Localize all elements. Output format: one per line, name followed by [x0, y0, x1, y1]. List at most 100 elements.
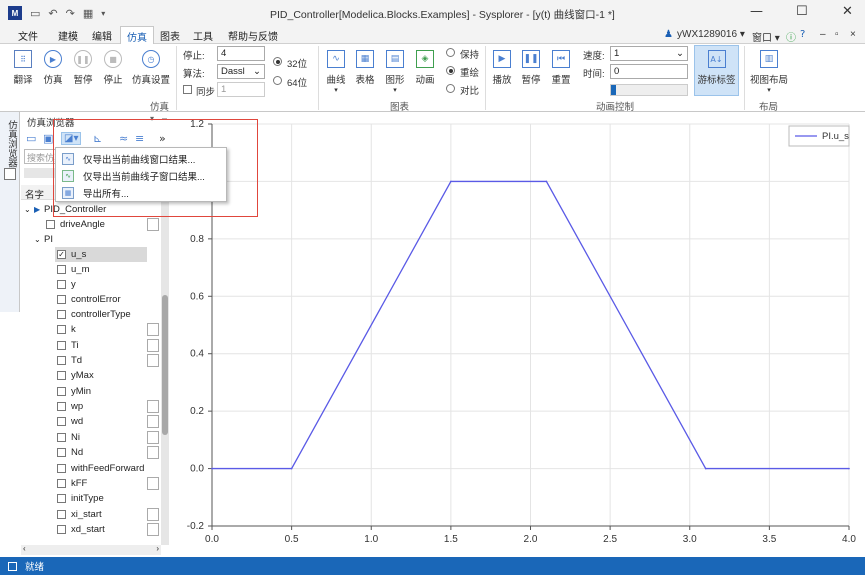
- overlay-radio[interactable]: [446, 66, 455, 75]
- minimize-button[interactable]: —: [750, 4, 763, 19]
- table-button[interactable]: ▦ 表格: [354, 48, 376, 86]
- checkbox[interactable]: [57, 433, 66, 442]
- checkbox[interactable]: [57, 265, 66, 274]
- maximize-button[interactable]: ☐: [796, 4, 808, 19]
- save-icon[interactable]: ▭: [30, 7, 40, 20]
- menu-tools[interactable]: 工具: [193, 28, 213, 43]
- graphic-button[interactable]: ▤ 图形 ▾: [384, 48, 406, 94]
- menu-simulation[interactable]: 仿真: [120, 26, 154, 45]
- checkbox[interactable]: [46, 220, 55, 229]
- menu-modeling[interactable]: 建模: [58, 28, 78, 43]
- mdi-close[interactable]: ×: [850, 29, 856, 40]
- reset-anim-button[interactable]: ⏮ 重置: [550, 48, 572, 86]
- value-box[interactable]: [147, 323, 159, 336]
- slider-handle[interactable]: [611, 85, 616, 95]
- dropdown-icon[interactable]: ▾: [101, 9, 105, 18]
- tree-item[interactable]: yMax: [57, 368, 94, 383]
- tree-vscroll[interactable]: [161, 200, 169, 545]
- folder-icon[interactable]: ▭: [26, 132, 36, 145]
- value-box[interactable]: [147, 218, 159, 231]
- help-icon[interactable]: ?: [800, 29, 805, 40]
- menu-chart[interactable]: 图表: [160, 28, 180, 43]
- menu-file[interactable]: 文件: [18, 28, 38, 43]
- tree-item[interactable]: initType: [57, 491, 104, 506]
- 32bit-radio[interactable]: [273, 57, 282, 66]
- info-icon[interactable]: ⓘ: [786, 29, 796, 44]
- redo-icon[interactable]: ↷: [66, 7, 75, 20]
- tree-item[interactable]: Ti: [57, 338, 79, 353]
- tree-hscroll[interactable]: ‹ ›: [21, 544, 161, 555]
- menu-help[interactable]: 帮助与反馈: [228, 28, 278, 43]
- checkbox[interactable]: [57, 325, 66, 334]
- translate-button[interactable]: ⠿ 翻译: [12, 48, 34, 86]
- chevron-down-icon[interactable]: ⌄: [24, 205, 34, 214]
- value-box[interactable]: [147, 523, 159, 536]
- time-input[interactable]: 0: [610, 64, 688, 79]
- checkbox-checked[interactable]: ✓: [57, 250, 66, 259]
- tree-item[interactable]: xd_start: [57, 522, 105, 537]
- tree-item[interactable]: controlError: [57, 292, 121, 307]
- value-box[interactable]: [147, 508, 159, 521]
- pause-anim-button[interactable]: ❚❚ 暂停: [520, 48, 542, 86]
- tree-item[interactable]: yMin: [57, 384, 91, 399]
- checkbox[interactable]: [57, 280, 66, 289]
- tree-item[interactable]: Nd: [57, 445, 83, 460]
- value-box[interactable]: [147, 446, 159, 459]
- time-slider[interactable]: [610, 84, 688, 96]
- algorithm-select[interactable]: Dassl ⌄: [217, 64, 265, 79]
- user-menu[interactable]: yWX1289016 ▾: [677, 29, 745, 40]
- compare-radio[interactable]: [446, 84, 455, 93]
- scroll-thumb[interactable]: [162, 295, 168, 435]
- chevron-right-icon[interactable]: ›: [156, 544, 159, 553]
- checkbox[interactable]: [57, 510, 66, 519]
- checkbox[interactable]: [57, 448, 66, 457]
- tree-item[interactable]: controllerType: [57, 307, 131, 322]
- tree-item[interactable]: k: [57, 322, 76, 337]
- chevron-down-icon[interactable]: ⌄: [34, 235, 44, 244]
- grid-icon[interactable]: ▦: [83, 7, 93, 20]
- curve-button[interactable]: ∿ 曲线 ▾: [325, 48, 347, 94]
- tree-item[interactable]: wp: [57, 399, 83, 414]
- checkbox[interactable]: [57, 479, 66, 488]
- tree-item[interactable]: Ni: [57, 430, 80, 445]
- value-box[interactable]: [147, 339, 159, 352]
- tree-item[interactable]: wd: [57, 414, 83, 429]
- tree-item[interactable]: driveAngle: [46, 217, 105, 232]
- value-box[interactable]: [147, 431, 159, 444]
- animation-button[interactable]: ◈ 动画: [414, 48, 436, 86]
- tree-item-group[interactable]: ⌄ PI: [34, 232, 53, 247]
- value-box[interactable]: [147, 354, 159, 367]
- checkbox[interactable]: [57, 494, 66, 503]
- sim-browser-vertical-tab[interactable]: 仿真浏览器: [0, 112, 20, 312]
- value-box[interactable]: [147, 415, 159, 428]
- view-layout-button[interactable]: ▥ 视图布局 ▾: [750, 48, 788, 94]
- save-result-icon[interactable]: ▣: [43, 132, 53, 145]
- tree-item[interactable]: withFeedForward: [57, 461, 144, 476]
- close-button[interactable]: ✕: [842, 4, 853, 19]
- checkbox[interactable]: [57, 371, 66, 380]
- checkbox[interactable]: [57, 341, 66, 350]
- checkbox[interactable]: [57, 417, 66, 426]
- mdi-minimize[interactable]: –: [820, 29, 826, 40]
- chart-window[interactable]: 0.0 0.5 1.0 1.5 2.0 2.5 3.0 3.5 4.0 -0.2 0.0 0.2 0.4…: [172, 112, 865, 557]
- play-anim-button[interactable]: ▶ 播放: [491, 48, 513, 86]
- tree-item[interactable]: xi_start: [57, 507, 102, 522]
- tree-item[interactable]: kFF: [57, 476, 87, 491]
- line-chart[interactable]: 0.0 0.5 1.0 1.5 2.0 2.5 3.0 3.5 4.0-0.20.00.20.4…: [172, 112, 865, 557]
- checkbox[interactable]: [57, 387, 66, 396]
- simulate-button[interactable]: ▶ 仿真: [42, 48, 64, 86]
- checkbox[interactable]: [57, 356, 66, 365]
- undo-icon[interactable]: ↶: [48, 7, 57, 20]
- stop-button[interactable]: ■ 停止: [102, 48, 124, 86]
- menu-edit[interactable]: 编辑: [92, 28, 112, 43]
- checkbox[interactable]: [57, 525, 66, 534]
- chevron-left-icon[interactable]: ‹: [23, 544, 26, 553]
- sidebar-tab-icon[interactable]: [4, 168, 16, 180]
- checkbox[interactable]: [57, 295, 66, 304]
- tree-item[interactable]: Td: [57, 353, 82, 368]
- checkbox[interactable]: [57, 310, 66, 319]
- tree-item[interactable]: y: [57, 277, 76, 292]
- value-box[interactable]: [147, 477, 159, 490]
- window-menu[interactable]: 窗口 ▾: [752, 29, 780, 44]
- sync-checkbox[interactable]: [183, 85, 192, 94]
